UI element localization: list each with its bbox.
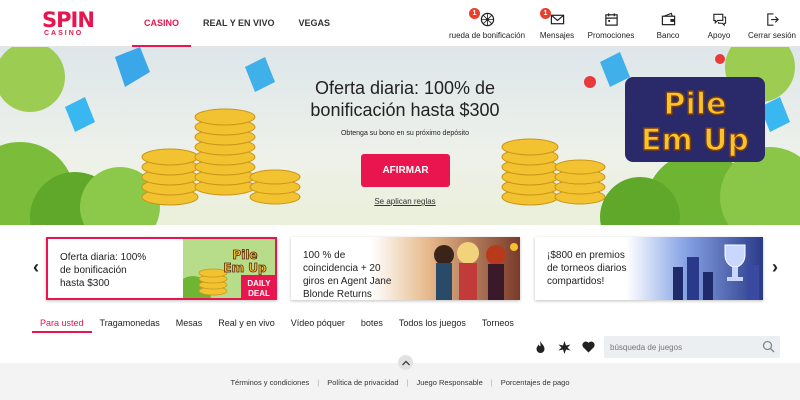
footer-links: Términos y condiciones | Política de pri…: [0, 378, 800, 387]
envelope-icon: [550, 14, 564, 25]
bonus-wheel-button[interactable]: 1 rueda de bonificación: [440, 0, 534, 47]
hero-title-line1: Oferta diaria: 100% de: [314, 78, 496, 98]
header-action-label: rueda de bonificación: [448, 31, 526, 40]
nav-casino[interactable]: CASINO: [132, 0, 192, 47]
header-action-label: Apoyo: [707, 31, 731, 40]
tab-botes[interactable]: botes: [353, 317, 391, 331]
search-icon[interactable]: [762, 340, 775, 353]
promo-line: de bonificación: [60, 265, 127, 276]
tab-torneos[interactable]: Torneos: [474, 317, 522, 331]
promotions-button[interactable]: Promociones: [580, 0, 642, 47]
promo-carousel: ‹ › Oferta diaria: 100% de bonificación …: [0, 232, 800, 304]
promo-line: Oferta diaria: 100%: [60, 252, 147, 263]
game-search-box: [604, 336, 780, 358]
notification-badge: 1: [540, 8, 551, 19]
chevron-up-icon: [401, 360, 410, 365]
footer-link-payout[interactable]: Porcentajes de pago: [493, 378, 578, 387]
notification-badge: 1: [469, 8, 480, 19]
star-burst-icon[interactable]: [556, 339, 572, 355]
promo-line: Blonde Returns: [303, 289, 372, 300]
support-button[interactable]: Apoyo: [694, 0, 744, 47]
header-action-label: Mensajes: [539, 31, 575, 40]
nav-vegas[interactable]: VEGAS: [287, 0, 343, 47]
promo-card-tournaments[interactable]: ¡$800 en premios de torneos diarios comp…: [535, 237, 763, 300]
daily-deal-tag-line2: DEAL: [248, 289, 270, 298]
game-logo-line2: Em Up: [641, 123, 749, 158]
heart-icon[interactable]: [580, 339, 596, 355]
carousel-next-button[interactable]: ›: [768, 258, 782, 276]
tab-todos-los-juegos[interactable]: Todos los juegos: [391, 317, 474, 331]
promo-art: Pile Em Up DAILY DEAL: [183, 239, 275, 298]
tab-tragamonedas[interactable]: Tragamonedas: [92, 317, 168, 331]
game-search-input[interactable]: [604, 336, 754, 358]
tab-video-poquer[interactable]: Vídeo póquer: [283, 317, 353, 331]
footer-link-privacy[interactable]: Política de privacidad: [319, 378, 406, 387]
promo-text: 100 % de coincidencia + 20 giros en Agen…: [303, 249, 391, 300]
header-actions: 1 rueda de bonificación 1 Mensajes Promo…: [440, 0, 800, 47]
promo-line: ¡$800 en premios: [547, 250, 625, 261]
header-action-label: Cerrar sesión: [747, 31, 796, 40]
footer-link-responsible-gaming[interactable]: Juego Responsable: [408, 378, 490, 387]
nav-real-y-en-vivo[interactable]: REAL Y EN VIVO: [191, 0, 287, 47]
top-header: SPIN CASINO CASINO REAL Y EN VIVO VEGAS …: [0, 0, 800, 47]
hero-subtitle: Obtenga su bono en su próximo depósito: [340, 130, 470, 137]
promo-line: 100 % de: [303, 250, 346, 261]
chat-icon: [712, 13, 726, 27]
terms-apply-link[interactable]: Se aplican reglas: [355, 197, 455, 206]
game-logo-line1: Pile: [664, 87, 727, 122]
logout-icon: [766, 13, 779, 26]
logout-button[interactable]: Cerrar sesión: [744, 0, 800, 47]
claim-button[interactable]: AFIRMAR: [361, 154, 450, 187]
main-nav: CASINO REAL Y EN VIVO VEGAS: [132, 0, 342, 47]
wheel-icon: [480, 12, 494, 27]
promo-line: hasta $300: [60, 278, 110, 289]
footer-link-terms[interactable]: Términos y condiciones: [222, 378, 317, 387]
bank-button[interactable]: Banco: [642, 0, 694, 47]
logo-wordmark: SPIN: [42, 8, 95, 32]
promo-line: coincidencia + 20: [303, 263, 381, 274]
game-filter-icons: [532, 336, 604, 358]
hero-title: Oferta diaria: 100% de bonificación hast…: [290, 77, 520, 121]
header-action-label: Banco: [656, 31, 680, 40]
promo-line: de torneos diarios: [547, 263, 627, 274]
flame-icon[interactable]: [532, 339, 548, 355]
pile-em-up-logo: Pile Em Up: [625, 77, 765, 162]
wallet-icon: [661, 12, 675, 26]
hero-banner: Pile Em Up Oferta diaria: 100% de bonifi…: [0, 47, 800, 225]
promo-line: giros en Agent Jane: [303, 276, 392, 287]
promo-logo-line2: Em Up: [223, 261, 267, 275]
daily-deal-tag-line1: DAILY: [247, 279, 271, 288]
hero-title-line2: bonificación hasta $300: [310, 100, 500, 120]
scroll-to-top-button[interactable]: [398, 355, 413, 370]
promo-card-agent-jane[interactable]: 100 % de coincidencia + 20 giros en Agen…: [291, 237, 520, 300]
carousel-prev-button[interactable]: ‹: [29, 258, 43, 276]
promo-card-daily-deal[interactable]: Oferta diaria: 100% de bonificación hast…: [46, 237, 277, 300]
messages-button[interactable]: 1 Mensajes: [534, 0, 580, 47]
header-action-label: Promociones: [587, 31, 635, 40]
spin-casino-logo[interactable]: SPIN CASINO: [42, 8, 95, 42]
tab-mesas[interactable]: Mesas: [168, 317, 211, 331]
tab-real-y-en-vivo[interactable]: Real y en vivo: [210, 317, 283, 331]
promo-text: Oferta diaria: 100% de bonificación hast…: [60, 251, 146, 290]
calendar-icon: [604, 13, 618, 26]
promo-line: compartidos!: [547, 276, 605, 287]
promo-text: ¡$800 en premios de torneos diarios comp…: [547, 249, 627, 288]
game-category-tabs: Para usted Tragamonedas Mesas Real y en …: [32, 317, 522, 333]
promo-logo-line1: Pile: [232, 248, 257, 262]
promo-art: [673, 244, 759, 300]
promo-art: [434, 242, 518, 300]
tab-para-usted[interactable]: Para usted: [32, 317, 92, 333]
